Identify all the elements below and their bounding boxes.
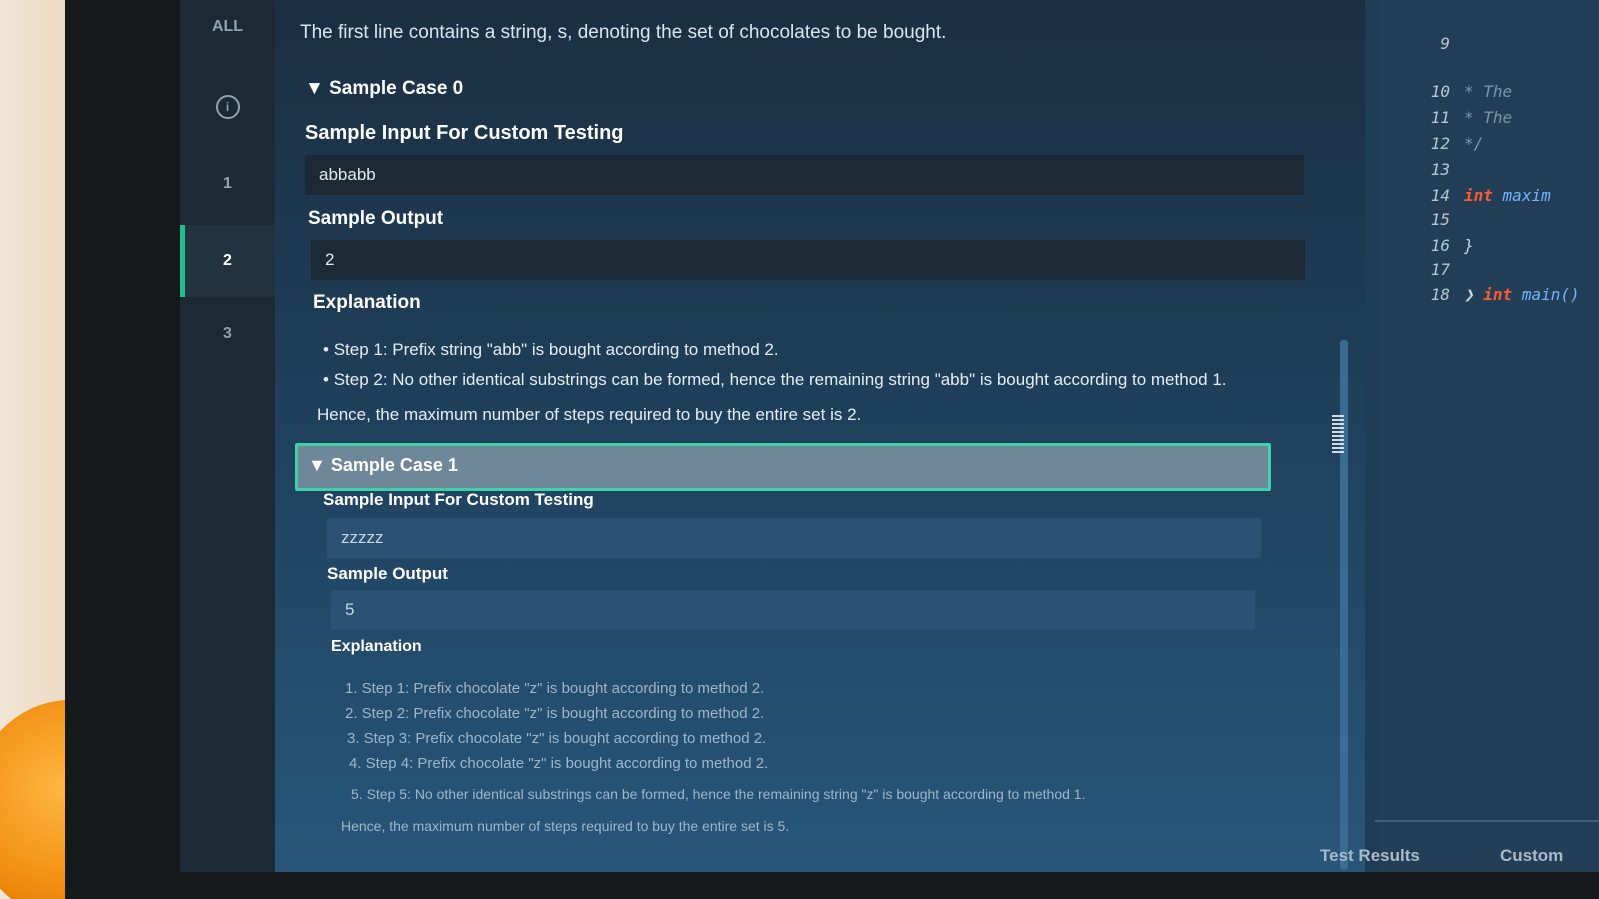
tab-custom[interactable]: Custom (1500, 846, 1563, 866)
explanation-step: 3. Step 3: Prefix chocolate "z" is bough… (347, 730, 767, 747)
code-line: 12 */ (1430, 134, 1484, 153)
sample-case-0-toggle[interactable]: ▼ Sample Case 0 (305, 78, 463, 100)
chevron-down-icon: ▼ (305, 78, 330, 99)
code-line: 17 (1430, 260, 1450, 279)
explanation-step: • Step 2: No other identical substrings … (323, 370, 1227, 389)
fold-arrow-icon[interactable]: ❯ (1464, 285, 1483, 304)
sample-input-heading-1: Sample Input For Custom Testing (323, 490, 594, 509)
explanation-step: 1. Step 1: Prefix chocolate "z" is bough… (345, 680, 765, 697)
sample-input-0: abbabb (305, 155, 1304, 195)
sample-case-1-title: Sample Case 1 (330, 455, 458, 475)
explanation-step: 4. Step 4: Prefix chocolate "z" is bough… (349, 755, 769, 772)
sample-case-0-title: Sample Case 0 (329, 78, 464, 99)
code-line: 9 (1440, 34, 1450, 53)
code-line: 16} (1430, 236, 1474, 255)
divider (1375, 820, 1599, 822)
question-navigator: ALL i 1 2 3 (180, 0, 275, 872)
explanation-step: 2. Step 2: Prefix chocolate "z" is bough… (345, 705, 765, 722)
nav-item-1[interactable]: 1 (180, 175, 275, 199)
sample-output-0: 2 (311, 240, 1305, 280)
explanation-step: 5. Step 5: No other identical substrings… (351, 786, 1086, 802)
explanation-step: • Step 1: Prefix string "abb" is bought … (323, 340, 779, 359)
sample-case-1-toggle[interactable]: ▼ Sample Case 1 (295, 443, 1271, 491)
explanation-heading-1: Explanation (331, 638, 422, 655)
sample-input-1: zzzzz (327, 518, 1261, 558)
sample-output-1: 5 (331, 590, 1255, 630)
code-line: 11 * The (1430, 108, 1513, 127)
nav-item-2[interactable]: 2 (180, 225, 275, 297)
chevron-down-icon: ▼ (308, 455, 331, 475)
code-line: 10 * The (1430, 82, 1513, 101)
code-line: 15 (1430, 210, 1450, 229)
resize-handle[interactable] (1332, 415, 1344, 455)
screen: ALL i 1 2 3 The first line contains a st… (180, 0, 1599, 872)
explanation-conclusion-0: Hence, the maximum number of steps requi… (317, 405, 862, 424)
code-editor[interactable]: 9 10 * The 11 * The 12 */ 13 14 int maxim 15… (1380, 0, 1599, 872)
explanation-heading-0: Explanation (313, 292, 421, 313)
code-line: 18 ❯ int main() (1430, 285, 1580, 304)
nav-item-3[interactable]: 3 (180, 325, 275, 349)
explanation-conclusion-1: Hence, the maximum number of steps requi… (341, 818, 790, 834)
problem-statement: The first line contains a string, s, den… (275, 0, 1365, 872)
photo-frame: ALL i 1 2 3 The first line contains a st… (0, 0, 1599, 899)
nav-info-icon[interactable]: i (180, 95, 275, 119)
sample-output-heading-1: Sample Output (327, 564, 448, 583)
sample-input-heading-0: Sample Input For Custom Testing (305, 122, 624, 144)
nav-all[interactable]: ALL (180, 18, 275, 36)
code-line: 14 int maxim (1430, 186, 1551, 205)
sample-case-1-header: ▼ Sample Case 1 (308, 455, 458, 476)
input-format-text: The first line contains a string, s, den… (300, 22, 947, 43)
tab-test-results[interactable]: Test Results (1320, 846, 1420, 866)
code-line: 13 (1430, 160, 1450, 179)
sample-output-heading-0: Sample Output (308, 208, 444, 229)
